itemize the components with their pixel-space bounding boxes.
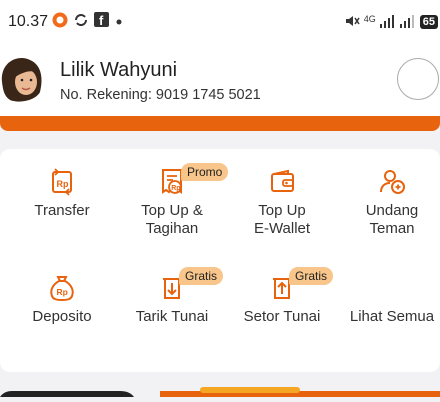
menu-item-label: Undang Teman <box>365 202 419 237</box>
shopee-notification-icon <box>52 12 68 33</box>
menu-item-transfer[interactable]: Rp Transfer <box>7 168 117 220</box>
sync-icon <box>73 12 89 33</box>
menu-item-label: Tarik Tunai <box>135 308 209 325</box>
network-type-label: 4G <box>363 14 376 24</box>
mute-icon <box>344 13 360 32</box>
promo-badge: Promo <box>181 163 229 181</box>
menu-item-undang-teman[interactable]: Undang Teman <box>337 168 440 238</box>
menu-item-setor-tunai[interactable]: Setor Tunai Gratis <box>227 267 337 326</box>
gratis-badge: Gratis <box>179 267 224 285</box>
menu-item-topup-ewallet[interactable]: Top Up E-Wallet <box>227 168 337 238</box>
transfer-rp-icon: Rp <box>48 168 76 196</box>
profile-header: Lilik Wahyuni No. Rekening: 9019 1745 50… <box>0 44 440 122</box>
status-bar: 10.37 f 4G 65 <box>0 0 440 44</box>
menu-item-label: Deposito <box>32 308 92 325</box>
balance-card-edge <box>0 116 440 131</box>
menu-item-label: Top Up & Tagihan <box>141 202 203 237</box>
svg-text:f: f <box>99 13 104 27</box>
menu-card: Rp Transfer Rp Top Up & Tagihan Promo To… <box>0 149 440 372</box>
menu-item-label: Setor Tunai <box>243 308 321 325</box>
wallet-icon <box>268 168 296 196</box>
gratis-badge: Gratis <box>289 267 334 285</box>
menu-item-lihat-semua[interactable]: Lihat Semua <box>337 274 440 326</box>
profile-action-button[interactable] <box>397 58 439 100</box>
menu-item-topup-tagihan[interactable]: Rp Top Up & Tagihan Promo <box>117 163 229 238</box>
moneybag-rp-icon: Rp <box>48 274 76 302</box>
promo-banner-strip[interactable] <box>0 384 440 397</box>
svg-text:Rp: Rp <box>57 287 68 297</box>
avatar[interactable] <box>0 52 46 104</box>
status-time: 10.37 <box>8 13 49 30</box>
svg-text:Rp: Rp <box>171 185 180 192</box>
signal-icon <box>379 14 396 31</box>
invite-friends-icon <box>378 168 406 196</box>
menu-item-label: Top Up E-Wallet <box>253 202 311 237</box>
menu-item-tarik-tunai[interactable]: Tarik Tunai Gratis <box>117 267 227 326</box>
account-number: No. Rekening: 9019 1745 5021 <box>60 87 261 103</box>
dot-icon <box>114 13 124 31</box>
signal-icon-2 <box>399 14 416 31</box>
facebook-icon: f <box>94 12 109 32</box>
svg-text:Rp: Rp <box>57 179 69 189</box>
user-name: Lilik Wahyuni <box>60 59 178 81</box>
menu-item-label: Transfer <box>34 202 90 219</box>
battery-indicator: 65 <box>419 15 438 29</box>
menu-item-deposito[interactable]: Rp Deposito <box>7 274 117 326</box>
more-menu-icon <box>378 274 406 302</box>
menu-item-label: Lihat Semua <box>349 308 435 325</box>
